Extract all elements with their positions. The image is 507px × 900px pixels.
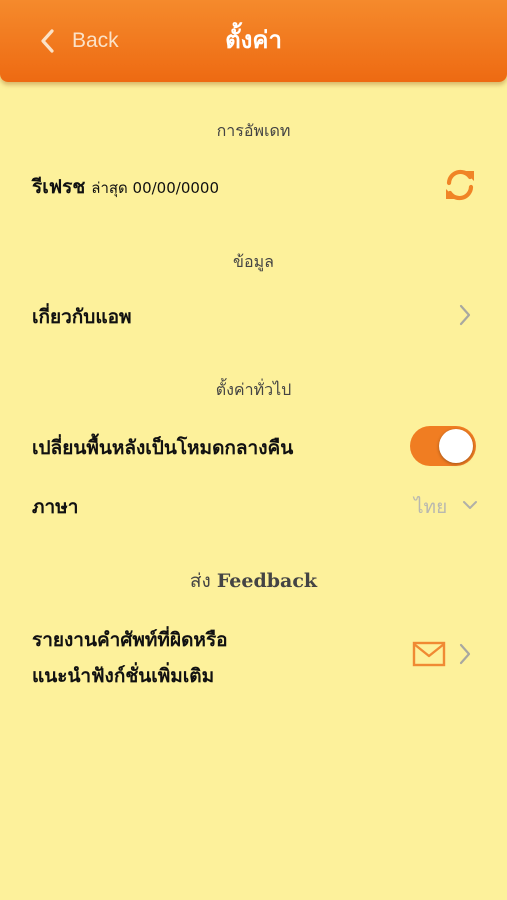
- page-title: ตั้งค่า: [225, 26, 282, 54]
- last-updated-text: ล่าสุด 00/00/0000: [91, 179, 219, 197]
- mail-icon[interactable]: [412, 641, 446, 667]
- report-feedback-row[interactable]: รายงานคำศัพท์ที่ผิดหรือ แนะนำฟังก์ชั่นเพ…: [32, 622, 228, 694]
- refresh-row[interactable]: รีเฟรช ล่าสุด 00/00/0000: [32, 172, 219, 202]
- feedback-title-word: Feedback: [216, 570, 318, 592]
- top-bar: Back ตั้งค่า: [0, 0, 507, 82]
- report-line-2: แนะนำฟังก์ชั่นเพิ่มเติม: [32, 665, 215, 687]
- report-line-1: รายงานคำศัพท์ที่ผิดหรือ: [32, 629, 228, 651]
- language-select[interactable]: ไทย: [414, 492, 447, 522]
- chevron-down-icon: [463, 501, 477, 509]
- language-label: ภาษา: [32, 496, 79, 518]
- refresh-label: รีเฟรช: [32, 176, 86, 198]
- section-title-feedback: ส่ง Feedback: [0, 566, 507, 596]
- section-title-general: ตั้งค่าทั่วไป: [215, 380, 292, 399]
- dark-mode-label: เปลี่ยนพื้นหลังเป็นโหมดกลางคืน: [32, 437, 294, 459]
- chevron-right-icon: [459, 643, 471, 665]
- section-title-update: การอัพเดท: [216, 121, 291, 140]
- chevron-right-icon: [459, 304, 471, 326]
- toggle-knob: [439, 429, 473, 463]
- dark-mode-toggle[interactable]: [410, 426, 476, 466]
- section-title-info: ข้อมูล: [233, 252, 274, 271]
- about-app-row[interactable]: เกี่ยวกับแอพ: [32, 302, 132, 332]
- refresh-icon[interactable]: [443, 167, 477, 203]
- feedback-title-prefix: ส่ง: [189, 570, 211, 592]
